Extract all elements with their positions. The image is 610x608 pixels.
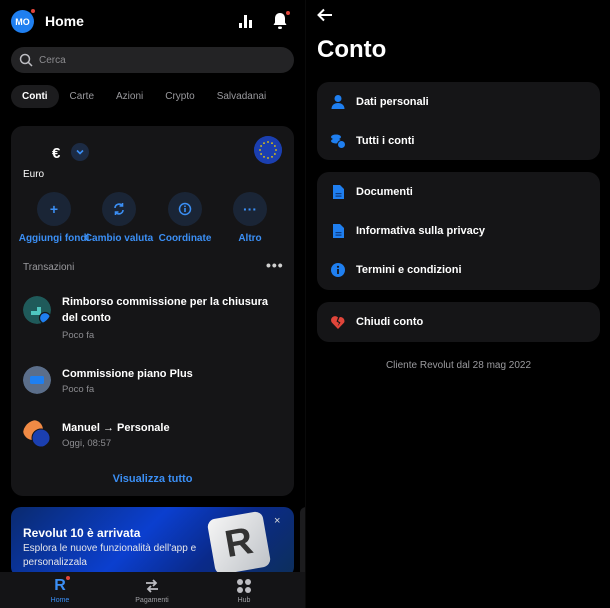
accounts-icon	[331, 134, 346, 149]
documents-item[interactable]: Documenti	[317, 172, 600, 212]
profile-group: Dati personali Tutti i conti	[317, 82, 600, 160]
currency-symbol: €	[52, 145, 61, 162]
chevron-down-icon	[76, 149, 84, 155]
privacy-policy-item[interactable]: Informativa sulla privacy	[317, 211, 600, 251]
customer-since-note: Cliente Revolut dal 28 mag 2022	[385, 360, 532, 371]
document-icon	[333, 185, 344, 199]
home-notification-dot	[66, 576, 70, 580]
exchange-icon	[102, 192, 136, 226]
personal-data-item[interactable]: Dati personali	[317, 82, 600, 122]
documents-group: Documenti Informativa sulla privacy Term…	[317, 172, 600, 290]
search-input[interactable]	[39, 54, 269, 66]
back-arrow-icon[interactable]	[317, 8, 333, 22]
home-screen: MO Home Conti Carte Azioni Crypto Salvad…	[0, 0, 305, 608]
close-account-item[interactable]: Chiudi conto	[317, 302, 600, 342]
transfer-icon	[23, 420, 51, 448]
nav-payments[interactable]: Pagamenti	[122, 577, 182, 604]
more-button[interactable]: ··· Altro	[210, 192, 290, 244]
all-accounts-item[interactable]: Tutti i conti	[317, 121, 600, 161]
revolut-home-icon: R	[54, 577, 66, 594]
tab-azioni[interactable]: Azioni	[105, 85, 154, 108]
search-bar[interactable]	[11, 47, 294, 73]
avatar[interactable]: MO	[11, 10, 34, 33]
eu-flag-icon[interactable]	[254, 136, 282, 164]
tab-carte[interactable]: Carte	[59, 85, 105, 108]
document-icon	[333, 224, 344, 238]
card-icon	[23, 366, 51, 394]
account-tabs: Conti Carte Azioni Crypto Salvadanai	[11, 85, 277, 108]
transfer-arrows-icon	[122, 577, 182, 595]
plus-icon: +	[37, 192, 71, 226]
account-screen: Conto Dati personali Tutti i conti Docum…	[305, 0, 610, 608]
close-account-group: Chiudi conto	[317, 302, 600, 342]
tab-conti[interactable]: Conti	[11, 85, 59, 108]
stats-icon[interactable]	[238, 13, 254, 29]
refund-icon	[23, 296, 51, 324]
transactions-more-icon[interactable]: •••	[266, 257, 284, 273]
avatar-notification-dot	[31, 9, 35, 13]
account-card: € Euro + Aggiungi fondi Cambio valuta Co…	[11, 126, 294, 496]
info-icon	[168, 192, 202, 226]
bell-icon[interactable]	[272, 12, 288, 30]
currency-dropdown-button[interactable]	[71, 143, 89, 161]
view-all-link[interactable]: Visualizza tutto	[11, 473, 294, 485]
close-icon[interactable]: ×	[274, 515, 280, 527]
banner-subtitle: Esplora le nuove funzionalità dell'app e…	[23, 543, 197, 568]
terms-item[interactable]: Termini e condizioni	[317, 250, 600, 290]
grid-icon	[214, 577, 274, 595]
tab-salvadanai[interactable]: Salvadanai	[206, 85, 277, 108]
nav-hub[interactable]: Hub	[214, 577, 274, 604]
account-actions: + Aggiungi fondi Cambio valuta Coordinat…	[11, 192, 294, 252]
info-icon	[331, 263, 345, 277]
search-icon	[19, 53, 33, 67]
currency-name: Euro	[23, 169, 45, 180]
page-title: Conto	[317, 36, 387, 63]
broken-heart-icon	[331, 316, 345, 329]
bottom-navigation: R Home Pagamenti Hub	[0, 572, 305, 608]
banner-title: Revolut 10 è arrivata	[23, 526, 141, 540]
tab-crypto[interactable]: Crypto	[154, 85, 205, 108]
bell-notification-dot	[286, 11, 290, 15]
promo-banner[interactable]: R Revolut 10 è arrivata Esplora le nuove…	[11, 507, 294, 577]
more-icon: ···	[233, 192, 267, 226]
person-icon	[331, 95, 345, 109]
transactions-heading: Transazioni	[23, 262, 75, 273]
nav-home[interactable]: R Home	[30, 577, 90, 604]
page-title: Home	[45, 13, 84, 29]
